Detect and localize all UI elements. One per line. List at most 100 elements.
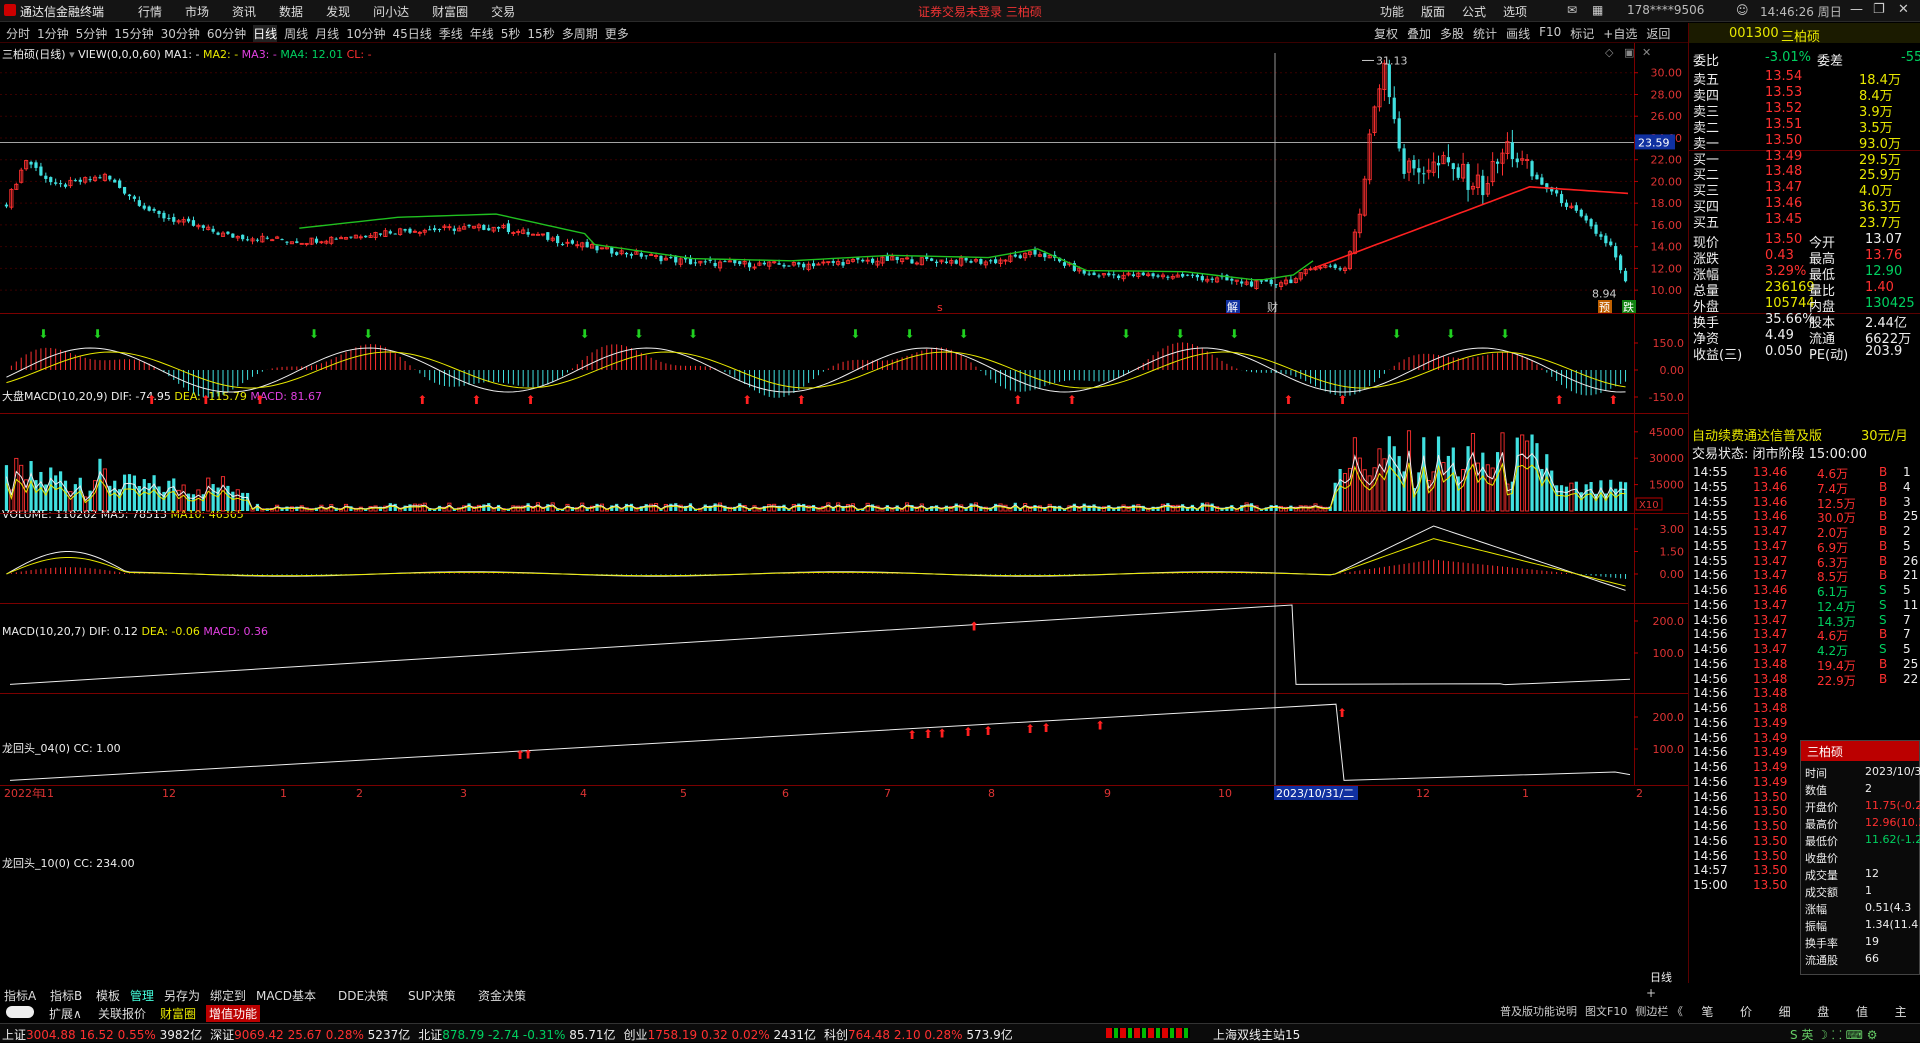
period-tab[interactable]: 周线 [284, 25, 308, 42]
bottom-link[interactable]: 图文F10 [1585, 1003, 1627, 1019]
menu-item[interactable]: 资讯 [232, 3, 256, 20]
stat-value: 3.29% [1765, 264, 1807, 279]
extension-tab[interactable]: 扩展∧ [46, 1005, 85, 1022]
index-ticker[interactable]: 北证878.79 -2.74 -0.31% 85.71亿 [418, 1026, 615, 1043]
index-ticker[interactable]: 科创764.48 2.10 0.28% 573.9亿 [824, 1026, 1013, 1043]
tool-button[interactable]: F10 [1539, 25, 1561, 42]
menu-item[interactable]: 行情 [138, 3, 162, 20]
tool-button[interactable]: 复权 [1374, 25, 1398, 42]
menu-item[interactable]: 数据 [279, 3, 303, 20]
toggle-switch[interactable] [6, 1006, 34, 1018]
side-tab[interactable]: 盘 [1817, 1003, 1829, 1020]
tool-button[interactable]: +自选 [1603, 25, 1637, 42]
indicator-tab[interactable]: SUP决策 [408, 987, 456, 1004]
side-tab[interactable]: 细 [1779, 1003, 1791, 1020]
period-tab[interactable]: 60分钟 [207, 25, 246, 42]
period-tab[interactable]: 15分钟 [114, 25, 153, 42]
indicator-tab[interactable]: 管理 [130, 987, 154, 1004]
indicator-tab[interactable]: MACD基本 [256, 987, 316, 1004]
index-ticker[interactable]: 上证3004.88 16.52 0.55% 3982亿 [2, 1026, 202, 1043]
close-icon[interactable]: ✕ [1898, 2, 1909, 17]
promo-bar[interactable]: 自动续费通达信普及版 30元/月 [1689, 424, 1920, 444]
menu-item[interactable]: 选项 [1503, 3, 1527, 20]
candle-body [944, 261, 949, 263]
extension-tab[interactable]: 财富圈 [157, 1005, 199, 1022]
menu-item[interactable]: 功能 [1380, 3, 1404, 20]
tool-button[interactable]: 统计 [1473, 25, 1497, 42]
period-tab[interactable]: 45日线 [392, 25, 431, 42]
ime-icon[interactable]: S 英 ☽ ⸬ ⌨ ⚙ [1790, 1026, 1877, 1043]
period-tab[interactable]: 5秒 [501, 25, 521, 42]
period-tab[interactable]: 多周期 [562, 25, 598, 42]
indicator-tab[interactable]: 资金决策 [478, 987, 526, 1004]
menu-item[interactable]: 市场 [185, 3, 209, 20]
tool-button[interactable]: 多股 [1440, 25, 1464, 42]
candle-body [644, 255, 648, 257]
index-change: 25.67 0.28% [283, 1028, 368, 1042]
side-tab[interactable]: 值 [1856, 1003, 1868, 1020]
extension-tab[interactable]: 关联报价 [95, 1005, 149, 1022]
candle-body [98, 177, 102, 179]
chart-area[interactable]: 30.0028.0026.0024.0022.0020.0018.0016.00… [0, 43, 1688, 985]
tool-button[interactable]: 叠加 [1407, 25, 1431, 42]
indicator-tab[interactable]: 绑定到 [210, 987, 246, 1004]
period-tab[interactable]: 15秒 [527, 25, 554, 42]
period-tab[interactable]: 季线 [439, 25, 463, 42]
indicator-tab[interactable]: 指标A [4, 987, 36, 1004]
signal-up-arrow: ⬆ [796, 393, 806, 407]
signal-up-arrow: ⬆ [255, 393, 265, 407]
indicator-tab[interactable]: 另存为 [164, 987, 200, 1004]
tick-price: 13.50 [1753, 833, 1788, 848]
menu-item[interactable]: 财富圈 [432, 3, 468, 20]
period-tab[interactable]: 月线 [315, 25, 339, 42]
volume-bar [1387, 436, 1391, 511]
candle-body [211, 228, 215, 232]
period-tab[interactable]: 分时 [6, 25, 30, 42]
maximize-icon[interactable]: ❐ [1873, 2, 1885, 17]
period-tab[interactable]: 日线 [253, 25, 278, 42]
calendar-icon[interactable]: ▦ [1592, 3, 1603, 17]
menu-item[interactable]: 问小达 [373, 3, 409, 20]
minimize-icon[interactable]: — [1850, 2, 1863, 17]
tool-button[interactable]: 返回 [1646, 25, 1670, 42]
tool-button[interactable]: 标记 [1570, 25, 1594, 42]
extension-tab[interactable]: 增值功能 [206, 1005, 261, 1022]
period-tab[interactable]: 10分钟 [346, 25, 385, 42]
indicator-tab[interactable]: 模板 [96, 987, 120, 1004]
side-tab[interactable]: 价 [1740, 1003, 1752, 1020]
candle-body [157, 211, 161, 215]
period-tab[interactable]: 5分钟 [76, 25, 108, 42]
order-book-row[interactable]: 买五 13.45 23.7万 [1693, 212, 1919, 231]
candle-body [403, 229, 407, 231]
period-tab[interactable]: 年线 [470, 25, 494, 42]
side-tab[interactable]: 笔 [1701, 1003, 1713, 1020]
index-name: 创业 [623, 1028, 648, 1042]
add-tab-icon[interactable]: + [1646, 986, 1656, 1000]
bottom-link[interactable]: 侧边栏 《 [1635, 1003, 1683, 1019]
candle-body [1018, 255, 1022, 259]
tool-button[interactable]: 画线 [1506, 25, 1530, 42]
indicator-tab[interactable]: DDE决策 [338, 987, 388, 1004]
promo-text[interactable]: 自动续费通达信普及版 [1692, 425, 1822, 444]
indicator-tab[interactable]: 指标B [50, 987, 82, 1004]
index-ticker[interactable]: 创业1758.19 0.32 0.02% 2431亿 [624, 1026, 816, 1043]
period-tab[interactable]: 更多 [605, 25, 629, 42]
login-warning[interactable]: 证券交易未登录 三柏硕 [918, 3, 1042, 20]
menu-item[interactable]: 交易 [491, 3, 515, 20]
promo-price[interactable]: 30元/月 [1861, 425, 1908, 444]
candle-body [1451, 163, 1455, 170]
signal-down-arrow: ⬇ [1500, 327, 1510, 341]
message-icon[interactable]: ✉ [1567, 3, 1577, 17]
side-tab[interactable]: 主 [1895, 1003, 1907, 1020]
index-ticker[interactable]: 深证9069.42 25.67 0.28% 5237亿 [210, 1026, 410, 1043]
account-id[interactable]: 178****9506 [1627, 3, 1704, 17]
user-icon[interactable]: ☺ [1736, 3, 1749, 17]
menu-item[interactable]: 公式 [1462, 3, 1486, 20]
bottom-link[interactable]: 普及版功能说明 [1500, 1003, 1577, 1019]
menu-item[interactable]: 版面 [1421, 3, 1445, 20]
event-mark: 跌 [1623, 300, 1634, 314]
tick-direction: B [1879, 627, 1888, 642]
menu-item[interactable]: 发现 [326, 3, 350, 20]
period-tab[interactable]: 30分钟 [161, 25, 200, 42]
period-tab[interactable]: 1分钟 [37, 25, 69, 42]
